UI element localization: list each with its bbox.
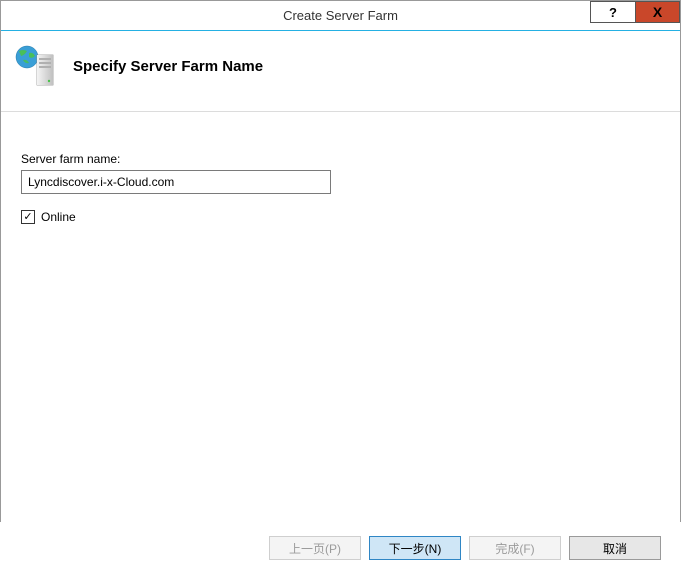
titlebar: Create Server Farm ? X xyxy=(1,1,680,31)
server-farm-name-input[interactable] xyxy=(21,170,331,194)
server-farm-icon xyxy=(15,45,57,87)
close-button[interactable]: X xyxy=(635,1,680,23)
online-checkbox-label: Online xyxy=(41,210,76,224)
wizard-footer: 上一页(P) 下一步(N) 完成(F) 取消 xyxy=(0,522,681,580)
help-button[interactable]: ? xyxy=(590,1,635,23)
online-checkbox-row[interactable]: ✓ Online xyxy=(21,210,660,224)
next-button[interactable]: 下一步(N) xyxy=(369,536,461,560)
content-area: Server farm name: ✓ Online xyxy=(1,112,680,552)
page-heading: Specify Server Farm Name xyxy=(73,58,263,75)
titlebar-buttons: ? X xyxy=(590,1,680,23)
cancel-button[interactable]: 取消 xyxy=(569,536,661,560)
window-title: Create Server Farm xyxy=(283,1,398,31)
wizard-header: Specify Server Farm Name xyxy=(1,31,680,112)
server-farm-name-label: Server farm name: xyxy=(21,152,660,166)
finish-button[interactable]: 完成(F) xyxy=(469,536,561,560)
online-checkbox[interactable]: ✓ xyxy=(21,210,35,224)
previous-button[interactable]: 上一页(P) xyxy=(269,536,361,560)
